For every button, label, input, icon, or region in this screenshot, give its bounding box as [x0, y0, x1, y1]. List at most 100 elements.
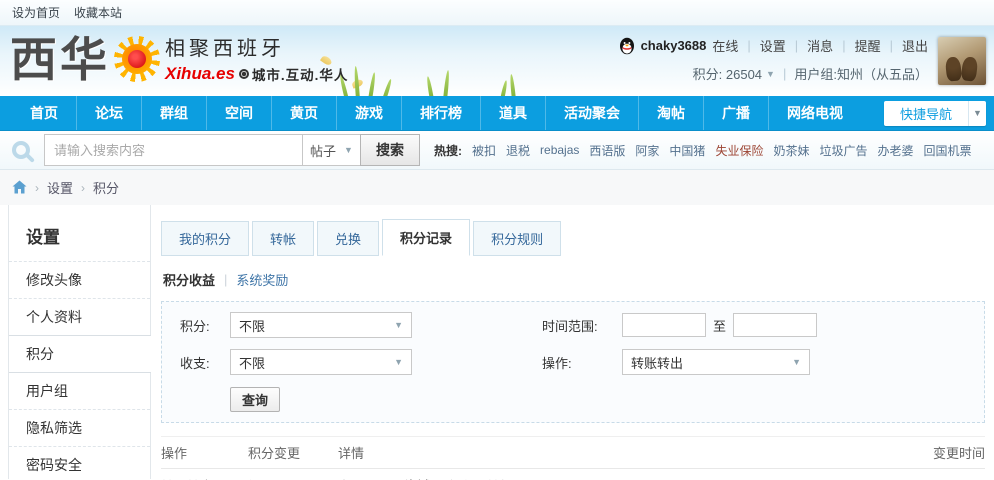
sidebar-item-profile[interactable]: 个人资料 — [9, 298, 150, 335]
breadcrumb: › 设置 › 积分 — [0, 170, 994, 205]
record-credit-change: 银子-50000 — [248, 476, 338, 480]
chevron-down-icon: ▼ — [394, 357, 403, 367]
online-status: 在线 — [712, 39, 739, 54]
tab-credit-records[interactable]: 积分记录 — [382, 219, 471, 256]
nav-item-props[interactable]: 道具 — [480, 96, 545, 130]
usergroup-value: 知州（从五品） — [836, 67, 928, 82]
record-row: 转账转出 银子-50000 向Tropical海滩进行积分转帐 2012-06-… — [161, 469, 985, 480]
bullet-icon — [238, 69, 249, 79]
hot-keyword[interactable]: 奶茶妹 — [773, 142, 809, 159]
time-to-input[interactable] — [733, 313, 818, 337]
search-bar: 帖子 ▼ 搜索 热搜: 被扣 退税 rebajas 西语版 阿家 中国猪 失业保… — [0, 131, 994, 170]
hot-search-label: 热搜: — [434, 143, 462, 158]
query-button[interactable]: 查询 — [230, 386, 280, 412]
chevron-down-icon: ▼ — [344, 145, 353, 155]
set-homepage-link[interactable]: 设为首页 — [12, 4, 60, 21]
search-input[interactable] — [44, 134, 302, 166]
hot-keyword[interactable]: 退税 — [506, 142, 530, 159]
hot-search: 热搜: 被扣 退税 rebajas 西语版 阿家 中国猪 失业保险 奶茶妹 垃圾… — [434, 142, 972, 159]
nav-item-ranking[interactable]: 排行榜 — [401, 96, 480, 130]
top-utility-bar: 设为首页 收藏本站 — [0, 0, 994, 26]
hot-keyword[interactable]: 西语版 — [589, 142, 625, 159]
sidebar-item-credits[interactable]: 积分 — [9, 335, 151, 373]
subtab-credit-income[interactable]: 积分收益 — [163, 270, 215, 289]
nav-item-webtv[interactable]: 网络电视 — [768, 96, 861, 130]
sidebar-item-privacy[interactable]: 隐私筛选 — [9, 409, 150, 446]
sidebar-item-usergroup[interactable]: 用户组 — [9, 373, 150, 409]
hot-keyword[interactable]: 中国猪 — [669, 142, 705, 159]
search-scope-select[interactable]: 帖子 ▼ — [302, 134, 360, 166]
username-link[interactable]: chaky3688 — [641, 38, 707, 53]
hot-keyword[interactable]: 办老婆 — [877, 142, 913, 159]
time-range-label: 时间范围: — [542, 318, 598, 334]
col-detail: 详情 — [338, 446, 365, 461]
grass-decoration — [443, 69, 451, 96]
col-credit-change: 积分变更 — [248, 446, 301, 461]
nav-item-broadcast[interactable]: 广播 — [703, 96, 768, 130]
chevron-down-icon: ▼ — [792, 357, 801, 367]
points-dropdown[interactable]: 积分: 26504 — [693, 64, 762, 83]
menu-settings-link[interactable]: 设置 — [760, 36, 786, 55]
menu-messages-link[interactable]: 消息 — [807, 36, 833, 55]
tab-transfer[interactable]: 转帐 — [252, 221, 315, 256]
action-filter-select[interactable]: 转账转出 ▼ — [622, 349, 810, 375]
chevron-down-icon: ▼ — [766, 68, 775, 79]
col-change-time: 变更时间 — [932, 446, 985, 461]
time-from-input[interactable] — [622, 313, 706, 337]
time-to-label: 至 — [713, 318, 727, 334]
hot-keyword[interactable]: rebajas — [540, 143, 579, 157]
bookmark-site-link[interactable]: 收藏本站 — [74, 4, 122, 21]
points-filter-label: 积分: — [180, 318, 210, 334]
sidebar-item-avatar[interactable]: 修改头像 — [9, 261, 150, 298]
action-filter-label: 操作: — [542, 355, 572, 371]
tab-my-credits[interactable]: 我的积分 — [161, 221, 250, 256]
filter-panel: 积分: 不限 ▼ 收支: 不限 ▼ 查询 时间范围: 至 操作: 转账转出 ▼ — [161, 301, 985, 423]
grass-decoration — [509, 73, 516, 96]
grass-decoration — [382, 78, 393, 96]
nav-item-events[interactable]: 活动聚会 — [545, 96, 638, 130]
page-body: 设置 修改头像 个人资料 积分 用户组 隐私筛选 密码安全 访问推广 我的积分 … — [8, 205, 985, 480]
menu-logout-link[interactable]: 退出 — [902, 36, 928, 55]
brand-tagline: 城市.互动.华人 — [251, 68, 349, 83]
breadcrumb-credits: 积分 — [93, 181, 120, 196]
search-button[interactable]: 搜索 — [360, 134, 420, 166]
site-slogan: 相聚西班牙 — [165, 38, 285, 60]
record-subtabs: 积分收益 | 系统奖励 — [163, 270, 289, 289]
nav-item-space[interactable]: 空间 — [206, 96, 271, 130]
income-filter-select[interactable]: 不限 ▼ — [230, 349, 412, 375]
quick-nav-button[interactable]: 快捷导航 ▼ — [883, 100, 986, 126]
hot-keyword-highlighted[interactable]: 失业保险 — [715, 142, 763, 159]
hot-keyword[interactable]: 被扣 — [472, 142, 496, 159]
settings-sidebar: 设置 修改头像 个人资料 积分 用户组 隐私筛选 密码安全 访问推广 — [8, 205, 151, 479]
hot-keyword[interactable]: 回国机票 — [924, 142, 972, 159]
qq-penguin-icon — [619, 37, 634, 54]
grass-decoration — [500, 80, 509, 96]
col-action: 操作 — [161, 446, 188, 461]
nav-item-yellowpages[interactable]: 黄页 — [271, 96, 336, 130]
breadcrumb-settings[interactable]: 设置 — [47, 178, 73, 197]
sun-icon — [114, 36, 160, 82]
nav-item-home[interactable]: 首页 — [12, 96, 76, 130]
chevron-down-icon[interactable]: ▼ — [968, 100, 986, 126]
tab-credit-rules[interactable]: 积分规则 — [473, 221, 562, 256]
points-filter-select[interactable]: 不限 ▼ — [230, 312, 412, 338]
brand-domain: Xihua.es — [165, 64, 235, 83]
home-icon[interactable] — [12, 180, 27, 194]
hot-keyword[interactable]: 垃圾广告 — [819, 142, 867, 159]
subtab-system-reward[interactable]: 系统奖励 — [236, 270, 288, 289]
grass-decoration — [368, 72, 377, 96]
avatar[interactable] — [938, 37, 986, 85]
nav-item-forum[interactable]: 论坛 — [76, 96, 141, 130]
menu-notifications-link[interactable]: 提醒 — [855, 36, 881, 55]
nav-item-taotie[interactable]: 淘帖 — [638, 96, 703, 130]
main-panel: 我的积分 转帐 兑换 积分记录 积分规则 积分收益 | 系统奖励 积分: 不限 — [151, 205, 985, 480]
site-logo[interactable]: 西华 相聚西班牙 Xihua.es 城市.互动.华人 — [10, 32, 348, 88]
nav-item-groups[interactable]: 群组 — [141, 96, 206, 130]
nav-item-games[interactable]: 游戏 — [336, 96, 401, 130]
sidebar-item-security[interactable]: 密码安全 — [9, 446, 150, 480]
user-info-block: chaky3688 在线 | 设置 | 消息 | 提醒 | 退出 积分: 265… — [619, 36, 928, 83]
chevron-down-icon: ▼ — [394, 320, 403, 330]
tab-exchange[interactable]: 兑换 — [317, 221, 380, 256]
records-header-row: 操作 积分变更 详情 变更时间 — [161, 437, 985, 469]
hot-keyword[interactable]: 阿家 — [635, 142, 659, 159]
